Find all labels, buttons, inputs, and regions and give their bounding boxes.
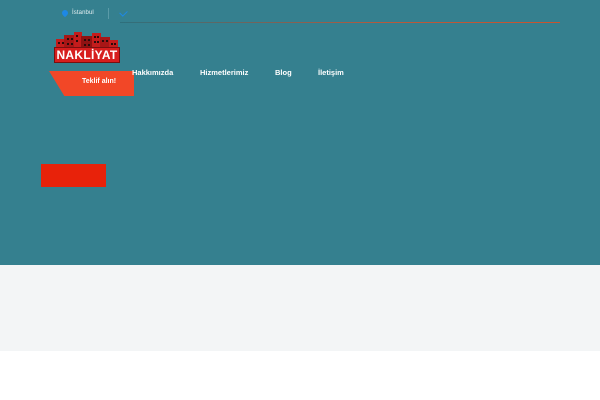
nav-item-blog[interactable]: Blog xyxy=(275,68,292,77)
main-nav: Hakkımızda Hizmetlerimiz Blog İletişim xyxy=(0,68,600,80)
logo-text: NAKLİYAT xyxy=(54,47,120,63)
page-bottom xyxy=(0,351,600,400)
hero-cta-button[interactable] xyxy=(41,164,106,187)
topbar-city: İstanbul xyxy=(72,10,94,16)
nav-item-about[interactable]: Hakkımızda xyxy=(132,68,173,77)
nav-item-services[interactable]: Hizmetlerimiz xyxy=(200,68,248,77)
top-bar: İstanbul xyxy=(60,7,128,19)
check-icon[interactable] xyxy=(119,7,128,17)
logo[interactable]: NAKLİYAT xyxy=(54,31,120,65)
location-pin-icon xyxy=(60,8,70,18)
nav-item-contact[interactable]: İletişim xyxy=(318,68,344,77)
topbar-divider xyxy=(107,7,109,19)
header-divider-line xyxy=(120,22,560,23)
content-band xyxy=(0,265,600,351)
